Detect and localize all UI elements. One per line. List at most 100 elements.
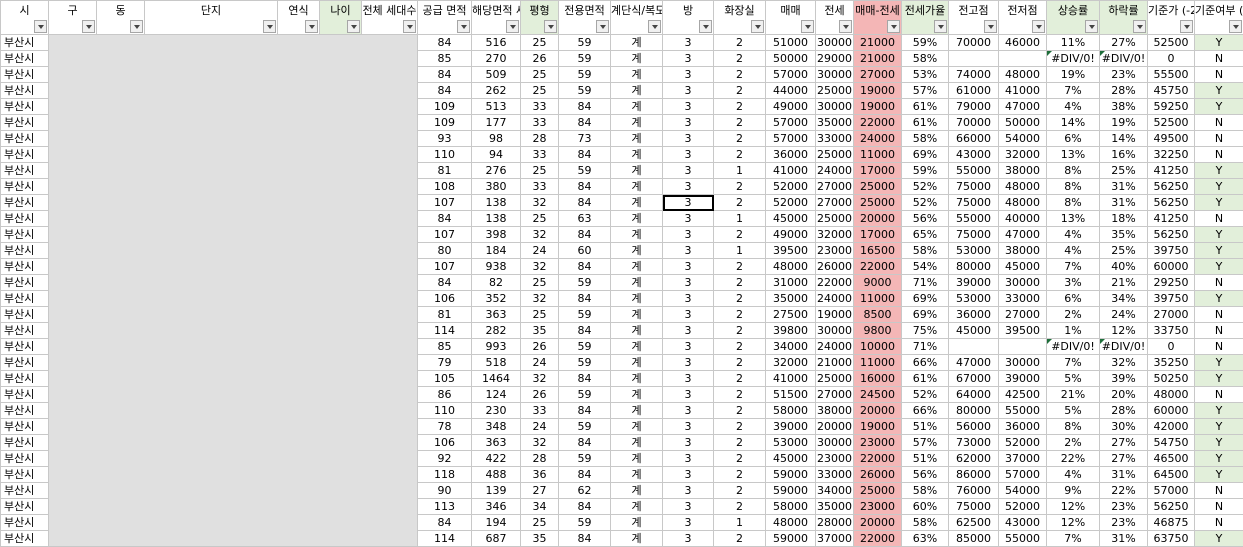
- cell-city[interactable]: 부산시: [1, 163, 49, 179]
- table-cell[interactable]: 270: [472, 51, 521, 67]
- table-cell[interactable]: 62500: [949, 515, 999, 531]
- table-cell[interactable]: 계: [611, 51, 663, 67]
- cell-city[interactable]: 부산시: [1, 355, 49, 371]
- table-cell[interactable]: 2: [714, 115, 766, 131]
- table-cell[interactable]: N: [1195, 483, 1243, 499]
- table-cell[interactable]: 66000: [949, 131, 999, 147]
- table-cell[interactable]: 61%: [902, 99, 949, 115]
- table-cell[interactable]: 2: [714, 67, 766, 83]
- table-cell[interactable]: 39%: [1100, 371, 1148, 387]
- table-cell[interactable]: 32000: [766, 355, 816, 371]
- table-cell[interactable]: 84: [418, 67, 472, 83]
- table-cell[interactable]: 58000: [766, 499, 816, 515]
- table-cell[interactable]: 9%: [1047, 483, 1100, 499]
- table-cell[interactable]: 3: [663, 291, 714, 307]
- table-cell[interactable]: 12%: [1100, 323, 1148, 339]
- table-cell[interactable]: 85000: [949, 531, 999, 547]
- cell-city[interactable]: 부산시: [1, 339, 49, 355]
- table-cell[interactable]: 20%: [1100, 387, 1148, 403]
- cell-city[interactable]: 부산시: [1, 387, 49, 403]
- table-cell[interactable]: 24: [521, 355, 559, 371]
- table-cell[interactable]: 57000: [766, 67, 816, 83]
- table-cell[interactable]: 58000: [766, 403, 816, 419]
- table-cell[interactable]: 513: [472, 99, 521, 115]
- table-cell[interactable]: 32: [521, 259, 559, 275]
- table-cell[interactable]: 85: [418, 339, 472, 355]
- table-cell[interactable]: 54000: [999, 483, 1047, 499]
- filter-dropdown-icon[interactable]: [457, 20, 470, 33]
- table-cell[interactable]: #DIV/0!: [1047, 339, 1100, 355]
- table-cell[interactable]: 3: [663, 51, 714, 67]
- table-cell[interactable]: 518: [472, 355, 521, 371]
- table-cell[interactable]: 48000: [1148, 387, 1195, 403]
- table-cell[interactable]: 66%: [902, 403, 949, 419]
- filter-dropdown-icon[interactable]: [506, 20, 519, 33]
- table-cell[interactable]: 48000: [766, 515, 816, 531]
- table-cell[interactable]: 110: [418, 147, 472, 163]
- table-cell[interactable]: 84: [418, 515, 472, 531]
- table-cell[interactable]: 29000: [816, 51, 854, 67]
- table-cell[interactable]: 30000: [816, 99, 854, 115]
- table-cell[interactable]: 계: [611, 307, 663, 323]
- table-cell[interactable]: 24000: [816, 339, 854, 355]
- table-cell[interactable]: 41000: [766, 163, 816, 179]
- table-cell[interactable]: 363: [472, 307, 521, 323]
- table-cell[interactable]: 49000: [766, 227, 816, 243]
- table-cell[interactable]: Y: [1195, 403, 1243, 419]
- table-cell[interactable]: 63750: [1148, 531, 1195, 547]
- table-cell[interactable]: 32000: [999, 147, 1047, 163]
- filter-dropdown-icon[interactable]: [347, 20, 360, 33]
- table-cell[interactable]: 84: [418, 211, 472, 227]
- table-cell[interactable]: 56250: [1148, 179, 1195, 195]
- table-cell[interactable]: 55000: [949, 211, 999, 227]
- table-cell[interactable]: 25: [521, 163, 559, 179]
- table-cell[interactable]: N: [1195, 387, 1243, 403]
- table-cell[interactable]: 계: [611, 243, 663, 259]
- table-cell[interactable]: 33: [521, 115, 559, 131]
- table-cell[interactable]: 44000: [766, 83, 816, 99]
- table-cell[interactable]: 19000: [854, 83, 902, 99]
- table-cell[interactable]: 90: [418, 483, 472, 499]
- table-cell[interactable]: 25: [521, 275, 559, 291]
- filter-dropdown-icon[interactable]: [801, 20, 814, 33]
- table-cell[interactable]: 50250: [1148, 371, 1195, 387]
- table-cell[interactable]: 0: [1148, 339, 1195, 355]
- table-cell[interactable]: 52%: [902, 387, 949, 403]
- table-cell[interactable]: 22000: [854, 531, 902, 547]
- table-cell[interactable]: 282: [472, 323, 521, 339]
- table-cell[interactable]: 43000: [949, 147, 999, 163]
- table-cell[interactable]: 47000: [949, 355, 999, 371]
- table-cell[interactable]: 31%: [1100, 195, 1148, 211]
- table-cell[interactable]: 51%: [902, 419, 949, 435]
- table-cell[interactable]: 78: [418, 419, 472, 435]
- table-cell[interactable]: 41250: [1148, 163, 1195, 179]
- table-cell[interactable]: 86000: [949, 467, 999, 483]
- table-cell[interactable]: 108: [418, 179, 472, 195]
- table-cell[interactable]: N: [1195, 211, 1243, 227]
- table-cell[interactable]: 38000: [999, 243, 1047, 259]
- table-cell[interactable]: 69%: [902, 291, 949, 307]
- table-cell[interactable]: 84: [559, 323, 611, 339]
- table-cell[interactable]: 25000: [816, 147, 854, 163]
- table-cell[interactable]: 계: [611, 179, 663, 195]
- table-cell[interactable]: 32: [521, 195, 559, 211]
- table-cell[interactable]: 2: [714, 179, 766, 195]
- table-cell[interactable]: 94: [472, 147, 521, 163]
- table-cell[interactable]: 4%: [1047, 467, 1100, 483]
- table-cell[interactable]: 84: [559, 115, 611, 131]
- table-cell[interactable]: 41250: [1148, 211, 1195, 227]
- table-cell[interactable]: 49500: [1148, 131, 1195, 147]
- table-cell[interactable]: 19%: [1047, 67, 1100, 83]
- table-cell[interactable]: 28: [521, 451, 559, 467]
- table-cell[interactable]: 107: [418, 259, 472, 275]
- table-cell[interactable]: 30%: [1100, 419, 1148, 435]
- table-cell[interactable]: 3%: [1047, 275, 1100, 291]
- table-cell[interactable]: N: [1195, 499, 1243, 515]
- table-cell[interactable]: 20000: [854, 211, 902, 227]
- table-cell[interactable]: 79000: [949, 99, 999, 115]
- table-cell[interactable]: 40%: [1100, 259, 1148, 275]
- table-cell[interactable]: 55000: [999, 403, 1047, 419]
- table-cell[interactable]: 39800: [766, 323, 816, 339]
- table-cell[interactable]: Y: [1195, 371, 1243, 387]
- table-cell[interactable]: 계: [611, 323, 663, 339]
